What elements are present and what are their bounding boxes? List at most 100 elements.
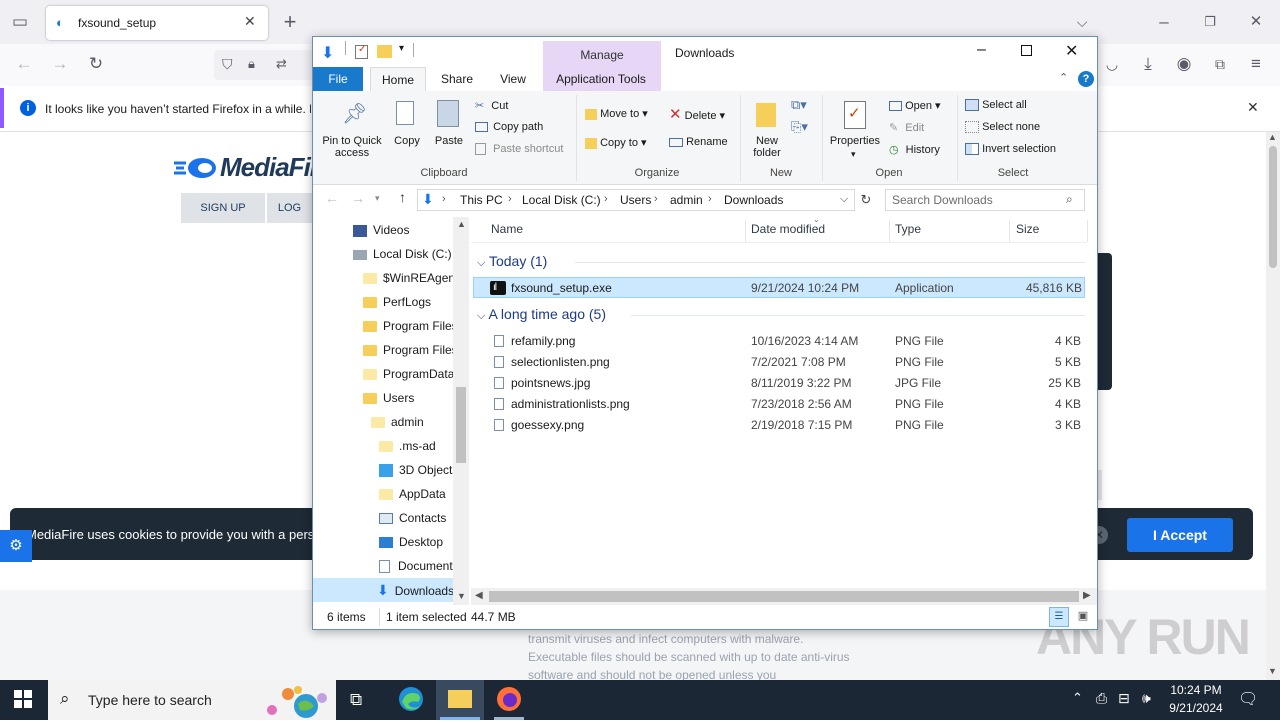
home-tab[interactable]: Home	[370, 67, 426, 92]
nav-item-videos[interactable]: Videos	[353, 218, 409, 242]
nav-item-documents[interactable]: Documents	[379, 554, 459, 578]
file-row[interactable]: refamily.png 10/16/2023 4:14 AM PNG File…	[473, 331, 1085, 352]
clock-date[interactable]: 9/21/2024	[1164, 701, 1228, 715]
start-windows-icon[interactable]	[14, 690, 32, 708]
file-row[interactable]: goessexy.png 2/19/2018 7:15 PM PNG File …	[473, 415, 1085, 436]
edit-button[interactable]: ✎ Edit	[889, 121, 924, 134]
copy-path-button[interactable]: Copy path	[475, 121, 543, 133]
select-none-button[interactable]: Select none	[965, 121, 1040, 134]
nav-scroll-up-icon[interactable]: ▲	[457, 219, 466, 229]
file-explorer-taskbar-button[interactable]	[436, 680, 484, 720]
rename-button[interactable]: Rename	[669, 136, 728, 148]
browser-tab[interactable]: ◐ fxsound_setup ✕	[46, 6, 268, 40]
scroll-up-icon[interactable]: ▲	[1268, 132, 1277, 142]
pocket-icon[interactable]: ◡	[1100, 52, 1124, 76]
column-divider[interactable]	[1087, 220, 1088, 242]
new-folder-quick-icon[interactable]	[377, 45, 392, 58]
volume-icon[interactable]: 🕪︎	[1142, 690, 1151, 707]
nav-item-contacts[interactable]: Contacts	[379, 506, 446, 530]
close-window-icon[interactable]: ✕	[1065, 41, 1078, 61]
reload-icon[interactable]: ↻	[84, 52, 108, 76]
copy-to-button[interactable]: Copy to ▾	[585, 136, 647, 149]
close-tab-icon[interactable]: ✕	[244, 13, 256, 30]
pin-quick-access-button[interactable]: 📌︎ Pin to Quick access	[319, 97, 385, 159]
customize-toolbar-icon[interactable]: ▾	[399, 43, 404, 54]
delete-button[interactable]: ✕ Delete ▾	[669, 105, 725, 123]
downloads-icon[interactable]: ⤓	[1136, 52, 1160, 76]
breadcrumb-local-disk[interactable]: Local Disk (C:)	[522, 193, 601, 207]
scroll-down-icon[interactable]: ▼	[1268, 666, 1277, 676]
list-all-tabs-icon[interactable]: ⌵	[1070, 10, 1094, 34]
application-tools-tab[interactable]: Application Tools	[545, 67, 657, 91]
nav-item-local-disk[interactable]: Local Disk (C:)	[353, 242, 452, 266]
file-row-fxsound[interactable]: ıl fxsound_setup.exe 9/21/2024 10:24 PM …	[473, 277, 1085, 298]
permissions-icon[interactable]: ⇄	[276, 56, 287, 72]
column-name[interactable]: Name	[491, 222, 523, 236]
close-browser-icon[interactable]: ✕	[1244, 10, 1268, 34]
up-level-icon[interactable]: ↑	[399, 189, 406, 205]
accept-cookies-button[interactable]: I Accept	[1127, 518, 1233, 552]
group-today[interactable]: ⌵ Today (1)	[477, 253, 547, 270]
scroll-right-icon[interactable]: ▶	[1083, 590, 1091, 601]
properties-button[interactable]: ✓ Properties ▾	[827, 97, 883, 163]
cut-button[interactable]: ✂ Cut	[475, 99, 508, 112]
nav-item-ms-ad[interactable]: .ms-ad	[379, 434, 436, 458]
network-icon[interactable]: ⊟	[1118, 690, 1130, 707]
refresh-icon[interactable]: ↻	[857, 189, 875, 211]
back-nav-icon[interactable]: ←	[325, 190, 339, 206]
forward-nav-icon[interactable]: →	[351, 190, 365, 206]
minimize-window-icon[interactable]: –	[977, 41, 986, 59]
nav-item-winreagent[interactable]: $WinREAgent	[363, 266, 458, 290]
nav-item-desktop[interactable]: Desktop	[379, 530, 443, 554]
minimize-browser-icon[interactable]: –	[1152, 10, 1176, 34]
clock-time[interactable]: 10:24 PM	[1166, 683, 1226, 697]
edge-icon[interactable]	[398, 686, 424, 712]
show-hidden-icons-icon[interactable]: ⌃	[1072, 690, 1083, 706]
invert-selection-button[interactable]: Invert selection	[965, 143, 1056, 156]
taskbar-search-box[interactable]: ⌕ Type here to search	[48, 680, 336, 720]
nav-item-users[interactable]: Users	[363, 386, 414, 410]
page-scrollbar[interactable]: ▲ ▼	[1266, 132, 1280, 680]
nav-scrollbar[interactable]: ▲ ▼	[453, 217, 469, 605]
new-tab-icon[interactable]: +	[278, 10, 302, 34]
page-scroll-thumb[interactable]	[1269, 146, 1277, 268]
share-tab[interactable]: Share	[435, 67, 479, 91]
column-size[interactable]: Size	[1016, 222, 1039, 236]
tab-list-icon[interactable]: ▭	[8, 10, 32, 34]
column-divider[interactable]	[1009, 220, 1010, 242]
recent-locations-icon[interactable]: ▾	[375, 193, 380, 204]
open-button[interactable]: Open ▾	[889, 99, 941, 112]
column-divider[interactable]	[745, 220, 746, 242]
nav-scroll-thumb[interactable]	[456, 387, 466, 463]
column-divider[interactable]	[889, 220, 890, 242]
file-row[interactable]: selectionlisten.png 7/2/2021 7:08 PM PNG…	[473, 352, 1085, 373]
column-type[interactable]: Type	[895, 222, 921, 236]
easy-access-icon[interactable]: ⎘▾	[791, 119, 813, 137]
help-icon[interactable]: ?	[1078, 71, 1094, 87]
view-tab[interactable]: View	[491, 67, 535, 91]
search-box[interactable]: Search Downloads ⌕	[885, 189, 1085, 211]
back-icon[interactable]: ←	[12, 52, 36, 76]
column-date-modified[interactable]: Date modified	[751, 222, 825, 236]
file-row[interactable]: administrationlists.png 7/23/2018 2:56 A…	[473, 394, 1085, 415]
nav-item-perflogs[interactable]: PerfLogs	[363, 290, 431, 314]
scroll-left-icon[interactable]: ◀	[475, 590, 483, 601]
address-bar[interactable]: ⬇ › This PC › Local Disk (C:) › Users › …	[417, 189, 855, 211]
shield-icon[interactable]: ⛉	[222, 56, 233, 73]
history-button[interactable]: ◷ History	[889, 143, 940, 156]
properties-quick-icon[interactable]: ✓	[355, 44, 368, 59]
collapse-ribbon-icon[interactable]: ⌃	[1059, 71, 1068, 84]
quick-access-download-icon[interactable]: ⬇	[321, 43, 334, 63]
nav-item-3d-objects[interactable]: 3D Objects	[379, 458, 458, 482]
restore-browser-icon[interactable]: ❐	[1198, 10, 1222, 34]
group-long-ago[interactable]: ⌵ A long time ago (5)	[477, 306, 606, 323]
select-all-button[interactable]: Select all	[965, 99, 1027, 112]
url-bar[interactable]: ⛉ 🔒︎ ⇄	[214, 50, 314, 80]
breadcrumb-admin[interactable]: admin	[670, 193, 703, 207]
copy-button[interactable]: Copy	[389, 97, 425, 159]
breadcrumb-users[interactable]: Users	[620, 193, 651, 207]
nav-item-program-files-x86[interactable]: Program Files	[363, 338, 458, 362]
nav-scroll-down-icon[interactable]: ▼	[457, 591, 466, 601]
firefox-icon[interactable]	[494, 686, 524, 720]
breadcrumb-this-pc[interactable]: This PC	[460, 193, 503, 207]
